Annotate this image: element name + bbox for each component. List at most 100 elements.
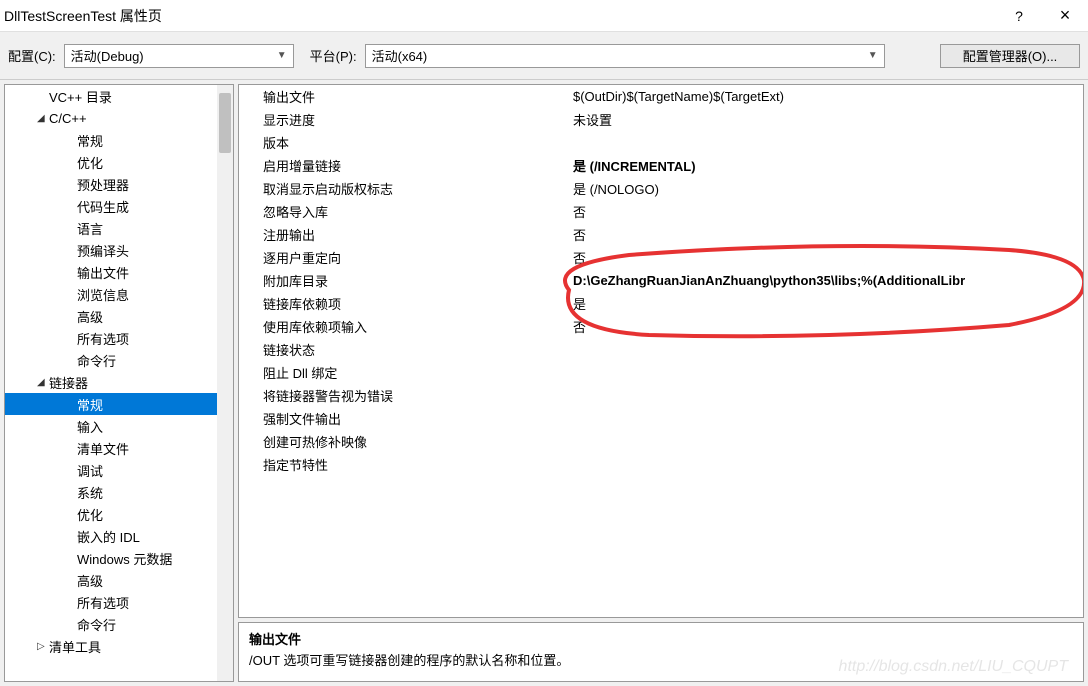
props-row-1[interactable]: 显示进度未设置 — [239, 108, 1083, 131]
tree-item-22[interactable]: 高级 — [5, 569, 233, 591]
props-value: 未设置 — [569, 110, 1083, 129]
tree-item-label: 优化 — [77, 153, 103, 172]
tree-item-4[interactable]: 预处理器 — [5, 173, 233, 195]
tree-item-10[interactable]: 高级 — [5, 305, 233, 327]
props-row-16[interactable]: 指定节特性 — [239, 453, 1083, 476]
tree-item-3[interactable]: 优化 — [5, 151, 233, 173]
tree-item-label: 预编译头 — [77, 241, 129, 260]
tree-item-15[interactable]: 输入 — [5, 415, 233, 437]
tree-item-14[interactable]: 常规 — [5, 393, 233, 415]
config-value: 活动(Debug) — [71, 46, 144, 65]
tree-item-label: C/C++ — [49, 111, 87, 126]
tree-item-16[interactable]: 清单文件 — [5, 437, 233, 459]
props-label: 启用增量链接 — [239, 156, 569, 175]
props-row-5[interactable]: 忽略导入库否 — [239, 200, 1083, 223]
config-label: 配置(C): — [8, 46, 56, 65]
props-label: 链接状态 — [239, 340, 569, 359]
tree-item-label: Windows 元数据 — [77, 549, 172, 568]
props-row-10[interactable]: 使用库依赖项输入否 — [239, 315, 1083, 338]
props-label: 指定节特性 — [239, 455, 569, 474]
props-row-13[interactable]: 将链接器警告视为错误 — [239, 384, 1083, 407]
props-row-12[interactable]: 阻止 Dll 绑定 — [239, 361, 1083, 384]
props-value: 否 — [569, 202, 1083, 221]
config-select[interactable]: 活动(Debug) ▼ — [64, 44, 294, 68]
window-title: DllTestScreenTest 属性页 — [4, 6, 996, 26]
tree-item-label: 预处理器 — [77, 175, 129, 194]
chevron-down-icon: ▼ — [868, 50, 878, 61]
props-value: 否 — [569, 225, 1083, 244]
config-manager-button[interactable]: 配置管理器(O)... — [940, 44, 1080, 68]
props-row-9[interactable]: 链接库依赖项是 — [239, 292, 1083, 315]
tree-item-label: 系统 — [77, 483, 103, 502]
tree-item-label: 嵌入的 IDL — [77, 527, 140, 546]
description-title: 输出文件 — [249, 629, 1073, 648]
platform-select[interactable]: 活动(x64) ▼ — [365, 44, 885, 68]
description-panel: 输出文件 /OUT 选项可重写链接器创建的程序的默认名称和位置。 — [238, 622, 1084, 682]
props-row-0[interactable]: 输出文件$(OutDir)$(TargetName)$(TargetExt) — [239, 85, 1083, 108]
tree-item-label: 常规 — [77, 395, 103, 414]
props-row-14[interactable]: 强制文件输出 — [239, 407, 1083, 430]
props-row-3[interactable]: 启用增量链接是 (/INCREMENTAL) — [239, 154, 1083, 177]
tree-item-17[interactable]: 调试 — [5, 459, 233, 481]
toolbar: 配置(C): 活动(Debug) ▼ 平台(P): 活动(x64) ▼ 配置管理… — [0, 32, 1088, 80]
props-value: 否 — [569, 248, 1083, 267]
tree-item-8[interactable]: 输出文件 — [5, 261, 233, 283]
tree-item-label: 调试 — [77, 461, 103, 480]
props-row-7[interactable]: 逐用户重定向否 — [239, 246, 1083, 269]
tree-item-18[interactable]: 系统 — [5, 481, 233, 503]
tree-item-6[interactable]: 语言 — [5, 217, 233, 239]
props-row-2[interactable]: 版本 — [239, 131, 1083, 154]
tree-item-24[interactable]: 命令行 — [5, 613, 233, 635]
scrollbar-thumb[interactable] — [219, 93, 231, 153]
tree-item-2[interactable]: 常规 — [5, 129, 233, 151]
tree-item-label: 浏览信息 — [77, 285, 129, 304]
props-label: 取消显示启动版权标志 — [239, 179, 569, 198]
props-value: $(OutDir)$(TargetName)$(TargetExt) — [569, 89, 1083, 104]
content-area: VC++ 目录◢C/C++常规优化预处理器代码生成语言预编译头输出文件浏览信息高… — [0, 80, 1088, 686]
tree-item-label: 语言 — [77, 219, 103, 238]
tree-item-label: 链接器 — [49, 373, 88, 392]
tree-scrollbar[interactable] — [217, 85, 233, 681]
tree-item-label: 代码生成 — [77, 197, 129, 216]
props-label: 输出文件 — [239, 87, 569, 106]
tree-item-11[interactable]: 所有选项 — [5, 327, 233, 349]
props-row-15[interactable]: 创建可热修补映像 — [239, 430, 1083, 453]
tree-item-label: 清单文件 — [77, 439, 129, 458]
props-row-8[interactable]: 附加库目录D:\GeZhangRuanJianAnZhuang\python35… — [239, 269, 1083, 292]
help-button[interactable]: ? — [996, 0, 1042, 32]
tree-item-9[interactable]: 浏览信息 — [5, 283, 233, 305]
tree-item-label: 清单工具 — [49, 637, 101, 656]
tree-item-label: 优化 — [77, 505, 103, 524]
tree-item-25[interactable]: ▷清单工具 — [5, 635, 233, 657]
tree-item-21[interactable]: Windows 元数据 — [5, 547, 233, 569]
tree-item-5[interactable]: 代码生成 — [5, 195, 233, 217]
props-label: 显示进度 — [239, 110, 569, 129]
tree-item-13[interactable]: ◢链接器 — [5, 371, 233, 393]
tree-item-label: VC++ 目录 — [49, 87, 112, 106]
props-row-4[interactable]: 取消显示启动版权标志是 (/NOLOGO) — [239, 177, 1083, 200]
props-row-11[interactable]: 链接状态 — [239, 338, 1083, 361]
props-row-6[interactable]: 注册输出否 — [239, 223, 1083, 246]
props-value: D:\GeZhangRuanJianAnZhuang\python35\libs… — [569, 273, 1083, 288]
tree-item-20[interactable]: 嵌入的 IDL — [5, 525, 233, 547]
tree-item-label: 输入 — [77, 417, 103, 436]
tree-item-12[interactable]: 命令行 — [5, 349, 233, 371]
props-label: 阻止 Dll 绑定 — [239, 363, 569, 382]
close-button[interactable]: × — [1042, 0, 1088, 32]
props-label: 强制文件输出 — [239, 409, 569, 428]
titlebar: DllTestScreenTest 属性页 ? × — [0, 0, 1088, 32]
platform-label: 平台(P): — [310, 46, 357, 65]
tree-item-label: 所有选项 — [77, 593, 129, 612]
tree-item-23[interactable]: 所有选项 — [5, 591, 233, 613]
tree-item-19[interactable]: 优化 — [5, 503, 233, 525]
tree-item-0[interactable]: VC++ 目录 — [5, 85, 233, 107]
props-label: 逐用户重定向 — [239, 248, 569, 267]
props-label: 使用库依赖项输入 — [239, 317, 569, 336]
props-value: 是 (/NOLOGO) — [569, 179, 1083, 198]
props-grid: 输出文件$(OutDir)$(TargetName)$(TargetExt)显示… — [238, 84, 1084, 618]
platform-value: 活动(x64) — [372, 46, 428, 65]
tree-item-7[interactable]: 预编译头 — [5, 239, 233, 261]
tree-item-1[interactable]: ◢C/C++ — [5, 107, 233, 129]
props-value: 是 (/INCREMENTAL) — [569, 156, 1083, 175]
tree-item-label: 常规 — [77, 131, 103, 150]
